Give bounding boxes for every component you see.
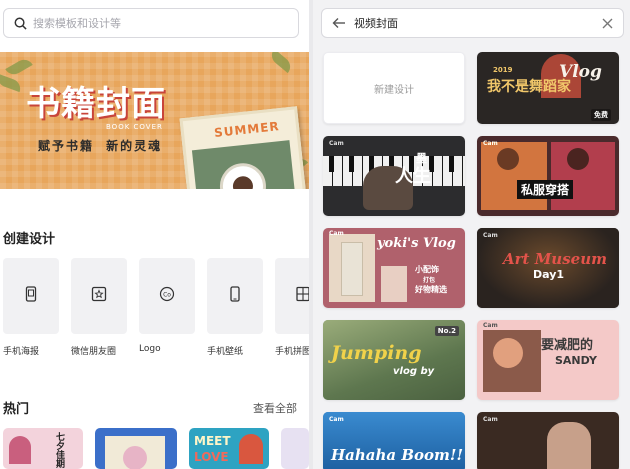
phone-poster-icon [23,286,39,306]
template-title: 私服穿搭 [517,180,574,199]
template-cam-tag: Cam [329,140,344,147]
template-subtitle: 打包 [423,277,436,284]
search-placeholder: 搜索模板和设计等 [33,17,121,30]
template-subtitle: vlog by [393,366,435,377]
template-figure [497,148,519,170]
search-results-panel: 视频封面 新建设计 Vlog 2019 我不是舞蹈家 免费 人生 墨 Cam 私… [313,0,630,469]
banner-title-rest: 籍封面 [61,84,166,124]
banner-title: 书籍封面 [26,76,166,125]
phone-wallpaper-icon [227,286,243,306]
template-title-en: Hahaha Boom!! [331,446,464,464]
template-card[interactable]: Vlog 2019 我不是舞蹈家 免费 [477,52,619,124]
hot-card-text: 七夕佳期 [54,432,64,468]
template-title-accent: 墨 [416,152,427,165]
template-card[interactable]: Jumping vlog by No.2 [323,320,465,400]
create-item-label: 手机海报 [3,347,40,357]
wechat-moments-icon [91,286,107,306]
template-subtitle: Day1 [533,268,565,281]
create-item-label: 微信朋友圈 [71,347,117,357]
create-design-title: 创建设计 [3,232,56,247]
home-panel: 搜索模板和设计等 SUMMER 书籍封面 BOOK COVER 赋予书籍 新的灵… [0,0,309,469]
see-all-link[interactable]: 查看全部 [253,400,297,416]
template-title-en: Jumping [331,342,422,364]
book-illustration: SUMMER [179,106,309,189]
template-figure [493,338,523,368]
template-cam-tag: Cam [483,416,498,423]
create-phone-wallpaper-tile[interactable] [207,258,263,334]
template-title: 我不是舞蹈家 [487,79,571,95]
hot-template-card[interactable] [281,428,309,469]
template-subtitle: 好物精选 [415,285,447,294]
template-cam-tag: Cam [483,322,498,329]
search-bar[interactable]: 视频封面 [321,8,624,38]
search-icon [14,17,27,30]
hot-card-text: MEET [194,434,231,448]
template-photo [381,266,407,302]
free-badge: 免费 [591,109,611,121]
create-phone-poster-tile[interactable] [3,258,59,334]
hot-card-figure [123,446,147,469]
template-cam-tag: Cam [483,140,498,147]
logo-co-icon: Co [159,286,175,306]
create-phone-collage-tile[interactable] [275,258,309,334]
template-card[interactable]: 人生 墨 Cam [323,136,465,216]
template-card[interactable]: 私服穿搭 Cam [477,136,619,216]
new-design-card[interactable]: 新建设计 [323,52,465,124]
hot-template-card[interactable] [95,428,177,469]
hot-card-text: LOVE [194,450,229,464]
banner-title-first: 书 [26,84,61,124]
create-logo-tile[interactable]: Co [139,258,195,334]
template-card[interactable]: Cam [477,412,619,469]
template-figure [567,148,589,170]
template-title-en: Art Museum [503,250,607,268]
new-design-label: 新建设计 [374,84,414,96]
search-query[interactable]: 视频封面 [354,15,398,31]
template-figure [341,242,363,296]
book-label: SUMMER [213,119,281,140]
search-bar[interactable]: 搜索模板和设计等 [3,8,299,38]
svg-text:Co: Co [163,292,171,299]
banner-subtitle: 赋予书籍 新的灵魂 [38,139,163,153]
template-title-en: yoki's Vlog [377,236,456,251]
template-card[interactable]: yoki's Vlog 小配饰 打包 好物精选 Cam [323,228,465,308]
hot-title: 热门 [3,402,30,417]
template-card[interactable]: 要减肥的 SANDY Cam [477,320,619,400]
template-figure [547,422,591,469]
template-title: 要减肥的 [541,338,594,353]
phone-collage-icon [295,286,309,306]
hot-template-card[interactable]: 七夕佳期 [3,428,83,469]
template-subtitle: SANDY [555,354,597,367]
template-year: 2019 [493,66,513,74]
template-cam-tag: Cam [483,232,498,239]
template-subtitle: 小配饰 [415,265,439,274]
template-card[interactable]: Hahaha Boom!! Cam [323,412,465,469]
back-arrow-icon[interactable] [332,17,346,29]
create-item-label: 手机拼图 [275,347,309,357]
hot-card-figure [9,436,31,464]
banner-cover-text: BOOK COVER [106,123,163,131]
hot-card-figure [239,434,263,464]
template-cam-tag: Cam [329,416,344,423]
template-cam-tag: Cam [329,230,344,237]
create-item-label: Logo [139,344,161,354]
template-tag: No.2 [434,326,459,336]
hot-template-card[interactable]: MEET LOVE [189,428,269,469]
create-item-label: 手机壁纸 [207,347,244,357]
template-card[interactable]: Art Museum Day1 Cam [477,228,619,308]
create-wechat-moments-tile[interactable] [71,258,127,334]
close-icon[interactable] [602,18,613,29]
